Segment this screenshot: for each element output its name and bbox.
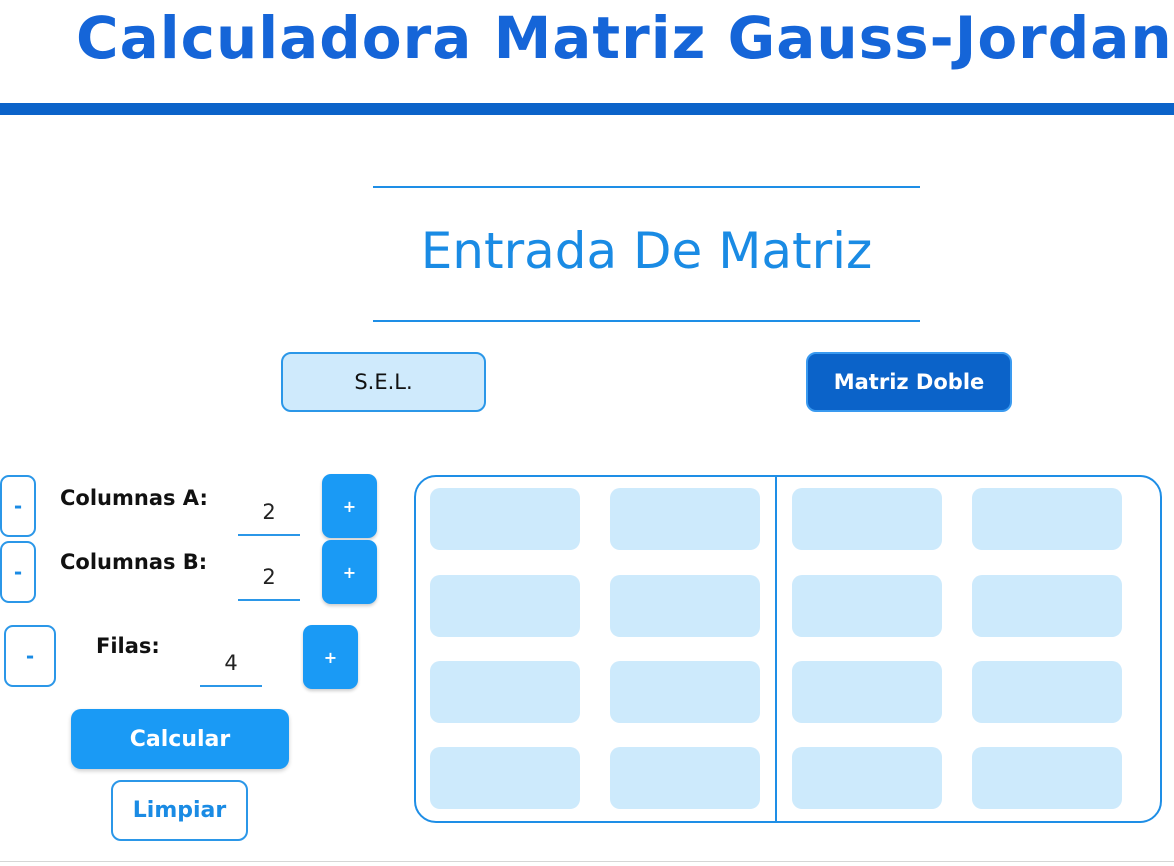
matrix-b-cell-r4-c1[interactable] xyxy=(792,747,942,809)
matrix-a-cell-r2-c1[interactable] xyxy=(430,575,580,637)
matrix-b-cell-r2-c2[interactable] xyxy=(972,575,1122,637)
columnas-b-label: Columnas B: xyxy=(60,550,208,574)
matrix-a-cell-r3-c1[interactable] xyxy=(430,661,580,723)
matrix-b-cell-r4-c2[interactable] xyxy=(972,747,1122,809)
page-bottom-divider xyxy=(0,861,1174,862)
matrix-a-cell-r4-c1[interactable] xyxy=(430,747,580,809)
filas-label: Filas: xyxy=(96,634,160,658)
columnas-a-label: Columnas A: xyxy=(60,486,208,510)
matriz-doble-mode-button[interactable]: Matriz Doble xyxy=(806,352,1012,412)
columnas-a-increment-button[interactable]: + xyxy=(322,474,377,538)
matrix-a-cell-r3-c2[interactable] xyxy=(610,661,760,723)
section-title: Entrada De Matriz xyxy=(420,222,873,280)
filas-increment-button[interactable]: + xyxy=(303,625,358,689)
calcular-button[interactable]: Calcular xyxy=(71,709,289,769)
matrix-b-cell-r1-c1[interactable] xyxy=(792,488,942,550)
app-page: Calculadora Matriz Gauss-Jordan Entrada … xyxy=(0,0,1174,866)
limpiar-button[interactable]: Limpiar xyxy=(111,780,248,841)
matrix-b-cell-r2-c1[interactable] xyxy=(792,575,942,637)
sel-mode-button[interactable]: S.E.L. xyxy=(281,352,486,412)
augmented-divider xyxy=(775,476,777,822)
columnas-b-increment-button[interactable]: + xyxy=(322,540,377,604)
title-underline-bar xyxy=(0,103,1174,115)
section-rule-bottom xyxy=(373,320,920,322)
matrix-b-cell-r3-c2[interactable] xyxy=(972,661,1122,723)
filas-decrement-button[interactable]: - xyxy=(4,625,56,687)
matrix-b-cell-r1-c2[interactable] xyxy=(972,488,1122,550)
columnas-a-decrement-button[interactable]: - xyxy=(0,475,36,537)
columnas-b-input[interactable] xyxy=(238,555,300,601)
matrix-a-cell-r4-c2[interactable] xyxy=(610,747,760,809)
columnas-a-input[interactable] xyxy=(238,490,300,536)
filas-input[interactable] xyxy=(200,641,262,687)
section-rule-top xyxy=(373,186,920,188)
matrix-a-cell-r1-c2[interactable] xyxy=(610,488,760,550)
matrix-a-cell-r2-c2[interactable] xyxy=(610,575,760,637)
matrix-a-cell-r1-c1[interactable] xyxy=(430,488,580,550)
matrix-b-cell-r3-c1[interactable] xyxy=(792,661,942,723)
columnas-b-decrement-button[interactable]: - xyxy=(0,541,36,603)
page-title: Calculadora Matriz Gauss-Jordan xyxy=(76,4,1173,72)
